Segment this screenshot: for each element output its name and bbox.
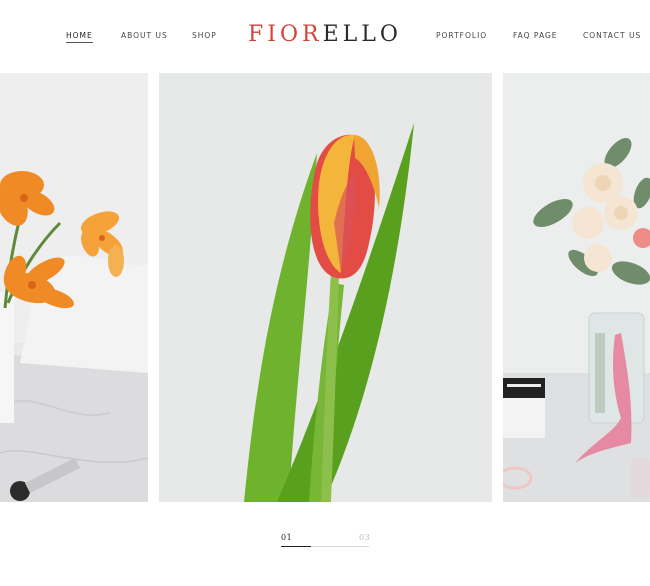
slider-progress-fill	[281, 546, 311, 547]
nav-shop[interactable]: SHOP	[192, 31, 217, 40]
slide-lilies[interactable]	[0, 73, 148, 502]
site-header: HOME ABOUT US SHOP FIORELLO PORTFOLIO FA…	[0, 0, 650, 72]
slide-tulip[interactable]	[159, 73, 492, 502]
slide-bouquet[interactable]	[503, 73, 650, 502]
logo-rest: ELLO	[322, 22, 402, 47]
current-slide-number: 01	[281, 533, 293, 542]
total-slide-number: 03	[359, 533, 371, 542]
tulip-image	[159, 73, 492, 502]
slider-progress-track	[281, 546, 369, 547]
nav-home[interactable]: HOME	[66, 31, 93, 43]
nav-portfolio[interactable]: PORTFOLIO	[436, 31, 487, 40]
nav-contact-us[interactable]: CONTACT US	[583, 31, 641, 40]
nav-faq-page[interactable]: FAQ PAGE	[513, 31, 558, 40]
bouquet-image	[503, 73, 650, 502]
lilies-image	[0, 73, 148, 502]
slider-pagination[interactable]: 01 03	[281, 531, 371, 551]
nav-about-us[interactable]: ABOUT US	[121, 31, 168, 40]
logo-accent: FIOR	[248, 22, 323, 47]
